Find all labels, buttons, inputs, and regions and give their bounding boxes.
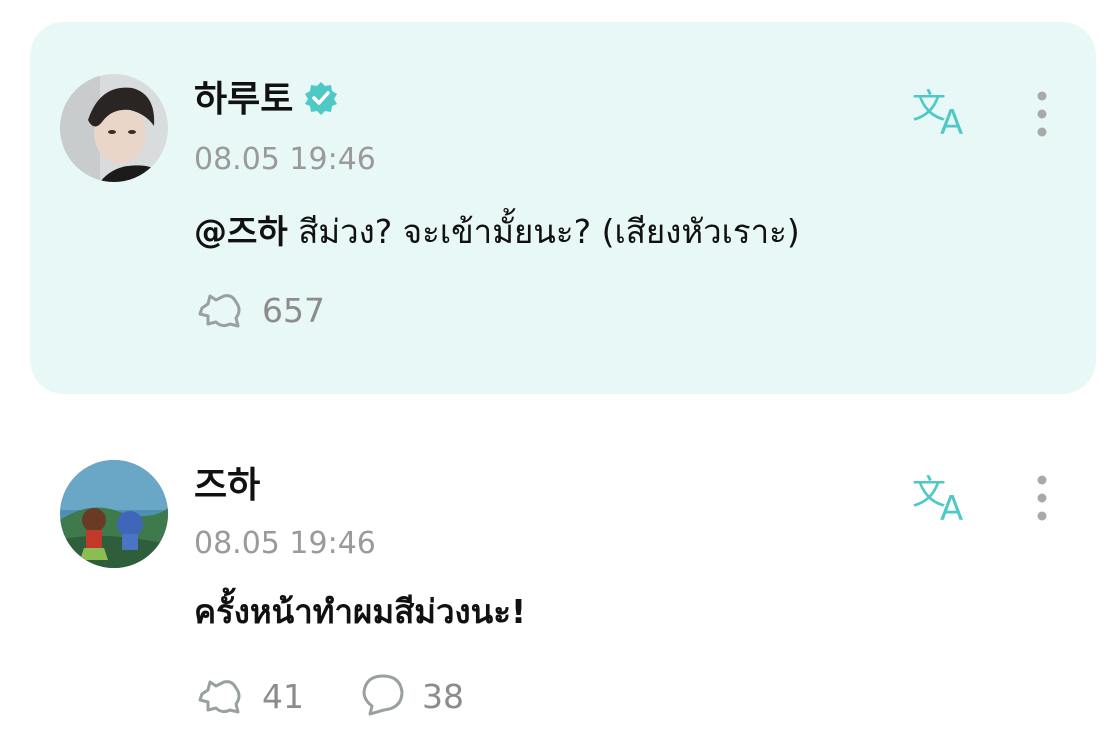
- translate-icon[interactable]: 文 A: [912, 84, 974, 143]
- svg-text:A: A: [940, 103, 963, 136]
- timestamp: 08.05 19:46: [194, 142, 376, 177]
- verified-badge-icon: [303, 80, 339, 120]
- avatar[interactable]: [60, 460, 168, 568]
- like-count: 41: [262, 677, 304, 716]
- reply-count: 38: [422, 677, 464, 716]
- comment-actions: 41 38: [194, 672, 464, 722]
- author-row: 하루토: [194, 78, 339, 122]
- like-count: 657: [262, 291, 325, 330]
- comment-text: @즈하 สีม่วง? จะเข้ามั้ยนะ? (เสียงหัวเราะ): [194, 210, 800, 254]
- author-row: 즈하: [194, 464, 260, 508]
- comment-body: สีม่วง? จะเข้ามั้ยนะ? (เสียงหัวเราะ): [287, 212, 800, 251]
- like-icon[interactable]: [194, 672, 246, 722]
- comment-card-jeuha: 즈하 08.05 19:46 ครั้งหน้าทำผมสีม่วงนะ! 41…: [30, 440, 1096, 740]
- more-vertical-icon[interactable]: [1030, 88, 1054, 140]
- translate-icon[interactable]: 文 A: [912, 470, 974, 529]
- author-name[interactable]: 즈하: [194, 464, 260, 508]
- like-icon[interactable]: [194, 286, 246, 336]
- svg-text:A: A: [940, 489, 963, 522]
- comment-card-haruto: 하루토 08.05 19:46 @즈하 สีม่วง? จะเข้ามั้ยนะ…: [30, 22, 1096, 394]
- author-name[interactable]: 하루토: [194, 78, 293, 122]
- mention-link[interactable]: @즈하: [194, 212, 288, 251]
- more-vertical-icon[interactable]: [1030, 472, 1054, 524]
- timestamp: 08.05 19:46: [194, 526, 376, 561]
- avatar[interactable]: [60, 74, 168, 182]
- comment-body: ครั้งหน้าทำผมสีม่วงนะ!: [194, 592, 526, 631]
- comment-actions: 657: [194, 286, 325, 336]
- reply-bubble-icon[interactable]: [360, 672, 406, 722]
